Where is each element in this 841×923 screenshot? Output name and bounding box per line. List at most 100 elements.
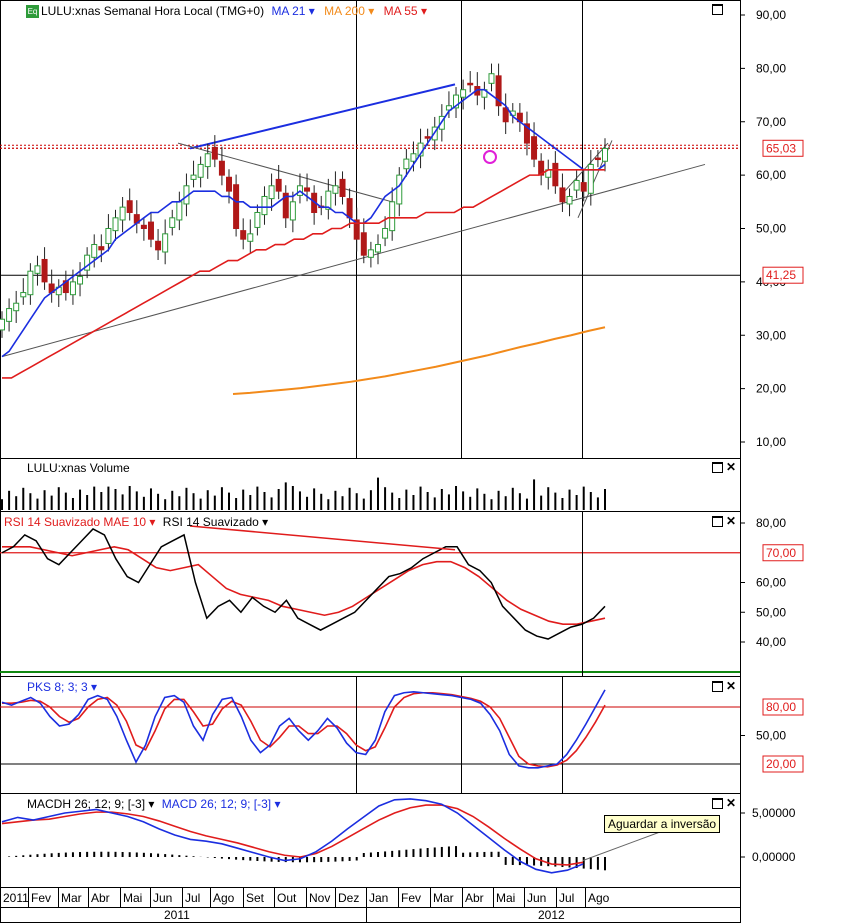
candle-body xyxy=(374,244,381,253)
price-tick-label: 20,00 xyxy=(756,382,786,396)
candle-body xyxy=(77,276,84,285)
candle-body xyxy=(268,185,275,200)
macd-header: MACDH 26; 12; 9; [-3] ▾ MACD 26; 12; 9; … xyxy=(27,797,281,811)
candle-body xyxy=(169,217,176,228)
rsi-divergence-line xyxy=(189,525,456,551)
price-tick-label: 30,00 xyxy=(756,328,786,342)
price-tick-label: 80,00 xyxy=(756,61,786,75)
pink-circle-marker xyxy=(483,150,497,164)
pks-label[interactable]: PKS 8; 3; 3 ▾ xyxy=(27,680,97,694)
close-icon[interactable]: ✕ xyxy=(726,515,736,527)
month-label: 2011 xyxy=(3,891,29,905)
candle-body xyxy=(552,162,559,187)
candle-body xyxy=(346,198,353,219)
candle-body xyxy=(247,233,254,242)
ma55-label[interactable]: MA 55 ▾ xyxy=(384,4,427,18)
price-tick-label: 50,00 xyxy=(756,222,786,236)
candle-body xyxy=(573,179,580,191)
pks-panel-frame xyxy=(0,676,741,794)
rsi-level-label: 70,00 xyxy=(766,546,796,560)
price-panel-frame xyxy=(0,0,741,459)
month-label: Out xyxy=(277,891,297,905)
maximize-icon[interactable] xyxy=(712,516,723,527)
candle-body xyxy=(41,258,48,283)
candle-body xyxy=(261,195,268,216)
candle-body xyxy=(467,82,474,86)
time-axis-years xyxy=(0,907,741,923)
candle-body xyxy=(289,201,296,221)
candle-body xyxy=(226,176,233,192)
candle-body xyxy=(460,89,467,98)
month-label: Abr xyxy=(91,891,110,905)
symbol-title: LULU:xnas Semanal Hora Local (TMG+0) xyxy=(41,4,265,18)
candle-body xyxy=(91,244,98,258)
candle-body xyxy=(34,265,41,274)
candle-body xyxy=(197,163,204,178)
candle-body xyxy=(6,308,13,322)
candle-body xyxy=(20,292,27,298)
candle-body xyxy=(424,136,431,139)
macd-tick-label: 0,00000 xyxy=(752,850,796,864)
maximize-icon[interactable] xyxy=(712,798,723,809)
candle-body xyxy=(396,174,403,205)
last-price-label: 65,03 xyxy=(766,141,796,155)
ma200-line xyxy=(232,326,606,395)
candle-body xyxy=(112,217,119,232)
pks-lower-label: 20,00 xyxy=(766,757,796,771)
ma200-label[interactable]: MA 200 ▾ xyxy=(324,4,374,18)
candle-body xyxy=(0,318,5,331)
month-label: Mai xyxy=(123,891,142,905)
close-icon[interactable]: ✕ xyxy=(726,797,736,809)
rsi-line xyxy=(1,528,606,640)
ma21-label[interactable]: MA 21 ▾ xyxy=(271,4,314,18)
rsi-tick-label: 80,00 xyxy=(756,516,786,530)
month-label: Jan xyxy=(369,891,388,905)
month-label: Jun xyxy=(527,891,546,905)
candle-body xyxy=(339,178,346,197)
candle-body xyxy=(13,302,20,312)
macd-label[interactable]: MACD 26; 12; 9; [-3] ▾ xyxy=(162,797,281,811)
candle-body xyxy=(566,195,573,205)
macdh-label[interactable]: MACDH 26; 12; 9; [-3] ▾ xyxy=(27,797,154,811)
equity-icon: Eq xyxy=(26,5,39,19)
maximize-icon[interactable] xyxy=(712,462,723,473)
month-label: Mar xyxy=(433,891,454,905)
candle-body xyxy=(332,185,339,194)
candle-body xyxy=(119,206,126,221)
candle-body xyxy=(155,240,162,251)
macd-tick-label: 5,00000 xyxy=(752,806,796,820)
volume-title: LULU:xnas Volume xyxy=(27,461,130,475)
close-icon[interactable]: ✕ xyxy=(726,461,736,473)
candle-body xyxy=(580,182,587,192)
year-label-2012: 2012 xyxy=(538,908,565,922)
candle-body xyxy=(531,136,538,160)
candle-body xyxy=(27,270,34,296)
candle-body xyxy=(140,224,147,230)
month-label: Mai xyxy=(496,891,515,905)
month-label: Dez xyxy=(338,891,359,905)
month-label: Fev xyxy=(31,891,51,905)
maximize-icon[interactable] xyxy=(712,681,723,692)
pks-upper-label: 80,00 xyxy=(766,700,796,714)
candle-body xyxy=(304,187,311,192)
candle-body xyxy=(382,228,389,239)
candle-body xyxy=(602,147,608,162)
candle-body xyxy=(211,146,218,160)
candle-body xyxy=(410,153,417,162)
rsi-mae-label[interactable]: RSI 14 Suavizado MAE 10 ▾ xyxy=(4,515,155,529)
month-label: Ago xyxy=(213,891,235,905)
month-label: Jul xyxy=(185,891,200,905)
candle-body xyxy=(105,228,112,244)
month-label: Nov xyxy=(309,891,330,905)
price-tick-label: 60,00 xyxy=(756,168,786,182)
rsi-tick-label: 60,00 xyxy=(756,576,786,590)
rsi-label[interactable]: RSI 14 Suavizado ▾ xyxy=(163,515,268,529)
close-icon[interactable]: ✕ xyxy=(726,680,736,692)
candle-body xyxy=(98,246,105,251)
annotation-leader-line xyxy=(582,831,661,861)
trend-line-upper xyxy=(189,83,456,150)
price-tick-label: 70,00 xyxy=(756,115,786,129)
rsi-header: RSI 14 Suavizado MAE 10 ▾ RSI 14 Suaviza… xyxy=(4,515,268,529)
maximize-icon[interactable] xyxy=(712,4,723,15)
month-label: Jul xyxy=(559,891,574,905)
